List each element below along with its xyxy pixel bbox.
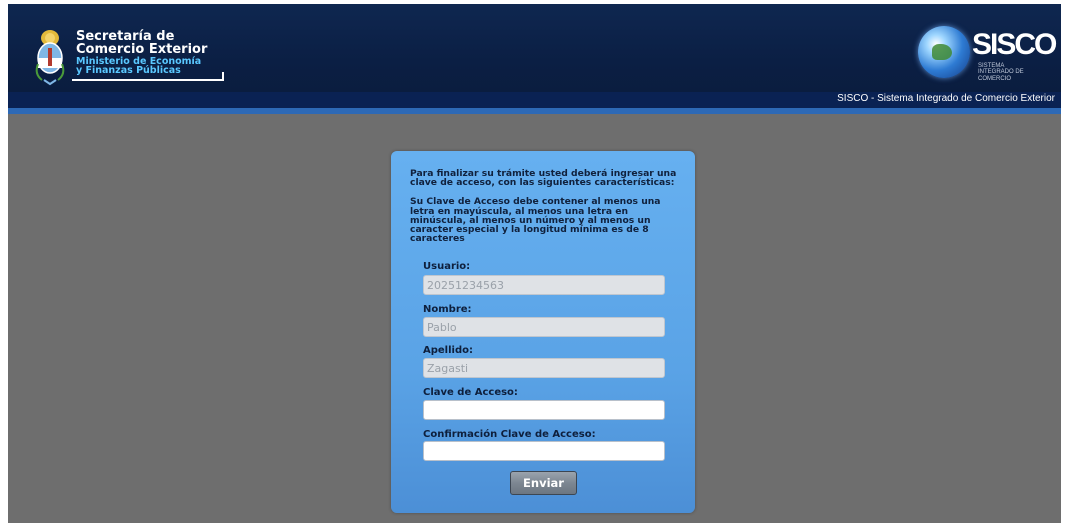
sisco-logo: SISCO SISTEMA INTEGRADO DE COMERCIO xyxy=(918,18,1058,88)
apellido-field[interactable] xyxy=(423,358,665,378)
ministry-line2: y Finanzas Públicas xyxy=(76,65,181,77)
apellido-label: Apellido: xyxy=(423,345,473,356)
confirmacion-label: Confirmación Clave de Acceso: xyxy=(423,429,596,440)
password-field[interactable] xyxy=(423,400,665,420)
usuario-field[interactable] xyxy=(423,275,665,295)
sisco-brand-sub: SISTEMA INTEGRADO DE COMERCIO xyxy=(978,63,1024,82)
clave-label: Clave de Acceso: xyxy=(423,387,518,398)
enviar-button[interactable]: Enviar xyxy=(510,471,577,495)
instructions-rules: Su Clave de Acceso debe contener al meno… xyxy=(410,196,661,245)
secretaria-logo: Secretaría de Comercio Exterior Minister… xyxy=(32,24,224,86)
logo-underline xyxy=(72,79,224,81)
globe-icon xyxy=(918,26,970,78)
usuario-label: Usuario: xyxy=(423,261,471,272)
secretaria-logo-text: Secretaría de Comercio Exterior Minister… xyxy=(76,30,216,76)
org-line2: Comercio Exterior xyxy=(76,42,208,58)
coat-of-arms-icon xyxy=(35,30,65,86)
password-form-panel: Para finalizar su trámite usted deberá i… xyxy=(391,151,695,513)
header: Secretaría de Comercio Exterior Minister… xyxy=(8,4,1061,108)
header-stripe xyxy=(8,108,1061,114)
page-frame: Secretaría de Comercio Exterior Minister… xyxy=(8,4,1061,523)
nombre-label: Nombre: xyxy=(423,304,472,315)
header-subtitle: SISCO - Sistema Integrado de Comercio Ex… xyxy=(837,93,1055,104)
logo-underline-tick xyxy=(222,72,224,80)
password-confirm-field[interactable] xyxy=(423,441,665,461)
globe-land xyxy=(932,44,952,60)
instructions: Para finalizar su trámite usted deberá i… xyxy=(410,169,682,253)
instructions-intro: Para finalizar su trámite usted deberá i… xyxy=(410,168,677,189)
org-line1: Secretaría de xyxy=(76,29,175,44)
sisco-brand: SISCO xyxy=(972,28,1057,61)
nombre-field[interactable] xyxy=(423,317,665,337)
